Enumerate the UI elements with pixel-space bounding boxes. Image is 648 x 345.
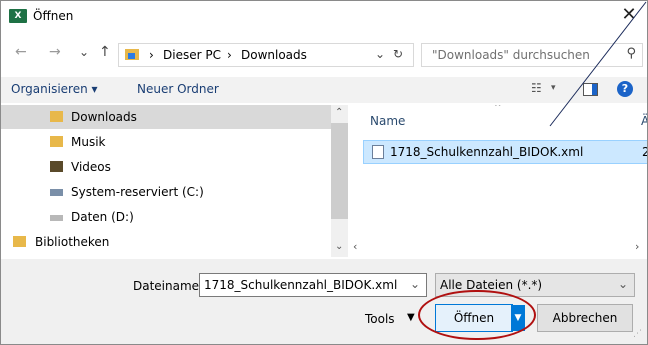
tree-item-downloads[interactable]: Downloads xyxy=(1,105,331,129)
scroll-left-icon[interactable]: ‹ xyxy=(353,240,357,253)
tree-item-system-reserviert[interactable]: System-reserviert (C:) xyxy=(1,180,331,204)
breadcrumb[interactable]: › Dieser PC › Downloads ⌄ ↻ xyxy=(118,43,414,67)
breadcrumb-item-downloads[interactable]: Downloads xyxy=(241,48,307,62)
highlight-oval xyxy=(418,290,536,340)
downloads-folder-icon xyxy=(50,111,63,122)
music-folder-icon xyxy=(50,136,63,147)
filename-input[interactable]: 1718_Schulkennzahl_BIDOK.xml ⌄ xyxy=(199,273,427,297)
tree-item-videos[interactable]: Videos xyxy=(1,155,331,179)
refresh-icon[interactable]: ↻ xyxy=(393,47,403,61)
chevron-down-icon[interactable]: ⌄ xyxy=(618,277,628,291)
chevron-down-icon[interactable]: ▼ xyxy=(407,312,415,323)
scroll-right-icon[interactable]: › xyxy=(635,240,639,253)
organize-menu-button[interactable]: Organisieren ▾ xyxy=(11,82,98,96)
xml-file-icon xyxy=(372,145,384,159)
annotation-arrow xyxy=(549,1,647,127)
resize-grip-icon[interactable]: ⋰ xyxy=(633,329,645,341)
tree-item-label: Daten (D:) xyxy=(71,210,134,224)
sort-ascending-icon: ^ xyxy=(494,105,502,113)
dialog-footer: Dateiname: 1718_Schulkennzahl_BIDOK.xml … xyxy=(1,259,647,344)
annotation-line xyxy=(549,1,647,127)
scroll-up-icon[interactable]: ⌃ xyxy=(335,107,343,118)
tree-item-label: Videos xyxy=(71,160,111,174)
tree-item-label: Musik xyxy=(71,135,106,149)
downloads-folder-icon xyxy=(125,49,139,60)
drive-icon xyxy=(50,215,63,221)
scrollbar-thumb[interactable] xyxy=(331,123,348,219)
file-row[interactable]: 1718_Schulkennzahl_BIDOK.xml 2 xyxy=(363,140,647,164)
tree-item-label: Bibliotheken xyxy=(35,235,110,249)
new-folder-button[interactable]: Neuer Ordner xyxy=(137,82,219,96)
file-name: 1718_Schulkennzahl_BIDOK.xml xyxy=(390,145,584,159)
videos-folder-icon xyxy=(50,161,63,172)
up-icon[interactable]: ↑ xyxy=(99,44,111,60)
libraries-icon xyxy=(13,236,26,247)
back-icon[interactable]: ← xyxy=(15,44,27,60)
filename-value: 1718_Schulkennzahl_BIDOK.xml xyxy=(204,278,398,292)
filename-label: Dateiname: xyxy=(133,279,204,293)
tree-item-musik[interactable]: Musik xyxy=(1,130,331,154)
breadcrumb-separator-icon[interactable]: › xyxy=(149,48,154,62)
column-header-name[interactable]: Name xyxy=(370,114,405,128)
chevron-down-icon[interactable]: ⌄ xyxy=(375,47,385,61)
file-list-hscrollbar[interactable]: ‹ › xyxy=(349,239,647,257)
excel-app-icon: X xyxy=(9,9,27,23)
scroll-down-icon[interactable]: ⌄ xyxy=(335,241,343,252)
recent-locations-icon[interactable]: ⌄ xyxy=(79,45,89,59)
chevron-down-icon[interactable]: ⌄ xyxy=(410,277,420,291)
drive-icon xyxy=(50,189,63,196)
tree-item-daten[interactable]: Daten (D:) xyxy=(1,205,331,229)
tree-item-bibliotheken[interactable]: Bibliotheken xyxy=(1,230,331,254)
file-date: 2 xyxy=(642,145,647,159)
tools-menu-button[interactable]: Tools xyxy=(365,312,395,326)
navigation-pane-scrollbar[interactable]: ⌃ ⌄ xyxy=(331,105,348,257)
tree-item-label: System-reserviert (C:) xyxy=(71,185,204,199)
breadcrumb-item-dieser-pc[interactable]: Dieser PC xyxy=(163,48,221,62)
breadcrumb-separator-icon[interactable]: › xyxy=(227,48,232,62)
window-title: Öffnen xyxy=(33,9,74,23)
tree-item-label: Downloads xyxy=(71,110,137,124)
navigation-pane: Downloads Musik Videos System-reserviert… xyxy=(1,105,331,257)
cancel-button[interactable]: Abbrechen xyxy=(537,304,633,332)
forward-icon[interactable]: → xyxy=(49,44,61,60)
